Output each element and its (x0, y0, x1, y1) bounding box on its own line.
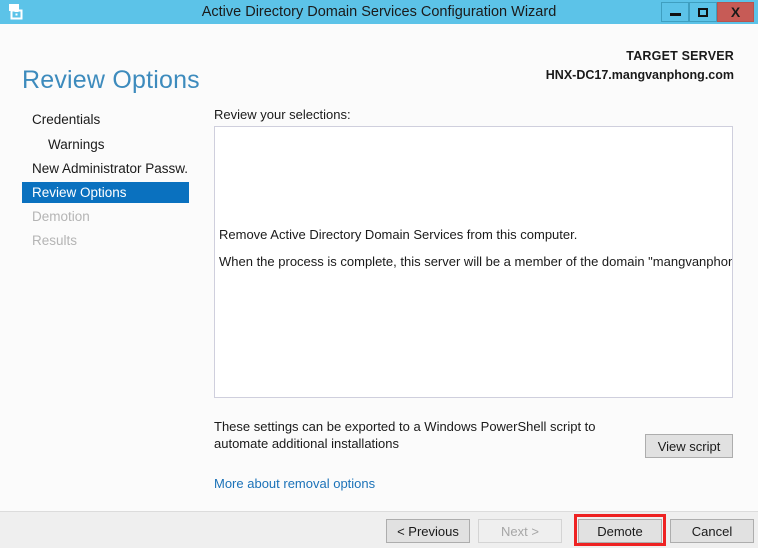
cancel-button[interactable]: Cancel (670, 519, 754, 543)
more-about-removal-options-link[interactable]: More about removal options (214, 476, 375, 491)
minimize-button[interactable] (661, 2, 689, 22)
review-selections-label: Review your selections: (214, 107, 351, 122)
demote-button[interactable]: Demote (578, 519, 662, 543)
sidebar-item-warnings[interactable]: Warnings (22, 134, 189, 155)
selection-text-line: Remove Active Directory Domain Services … (219, 227, 578, 242)
powershell-export-note: These settings can be exported to a Wind… (214, 419, 596, 451)
page-title: Review Options (22, 66, 200, 94)
wizard-step-nav: Credentials Warnings New Administrator P… (0, 98, 192, 511)
selection-text-line: When the process is complete, this serve… (219, 254, 733, 269)
previous-button[interactable]: < Previous (386, 519, 470, 543)
target-server-label: TARGET SERVER (626, 49, 734, 63)
minimize-icon (662, 3, 688, 21)
close-icon: X (730, 4, 741, 20)
sidebar-item-review-options[interactable]: Review Options (22, 182, 189, 203)
window-title: Active Directory Domain Services Configu… (201, 4, 557, 20)
view-script-button[interactable]: View script (645, 434, 733, 458)
sidebar-item-results: Results (32, 233, 78, 248)
title-bar: Active Directory Domain Services Configu… (0, 0, 758, 24)
main-content: Review your selections: Remove Active Di… (192, 98, 758, 511)
sidebar-item-credentials[interactable]: Credentials (22, 109, 189, 130)
sidebar-item-demotion: Demotion (32, 209, 90, 224)
sidebar-item-new-administrator-password[interactable]: New Administrator Passw... (22, 158, 189, 179)
page-header: Review Options TARGET SERVER HNX-DC17.ma… (0, 24, 758, 98)
wizard-window: Active Directory Domain Services Configu… (0, 0, 758, 548)
maximize-button[interactable] (689, 2, 717, 22)
review-selections-box[interactable]: Remove Active Directory Domain Services … (214, 126, 733, 398)
next-button: Next > (478, 519, 562, 543)
maximize-icon (690, 3, 716, 21)
wizard-footer: < Previous Next > Demote Cancel (0, 511, 758, 548)
close-button[interactable]: X (717, 2, 754, 22)
target-server-name: HNX-DC17.mangvanphong.com (545, 68, 734, 82)
